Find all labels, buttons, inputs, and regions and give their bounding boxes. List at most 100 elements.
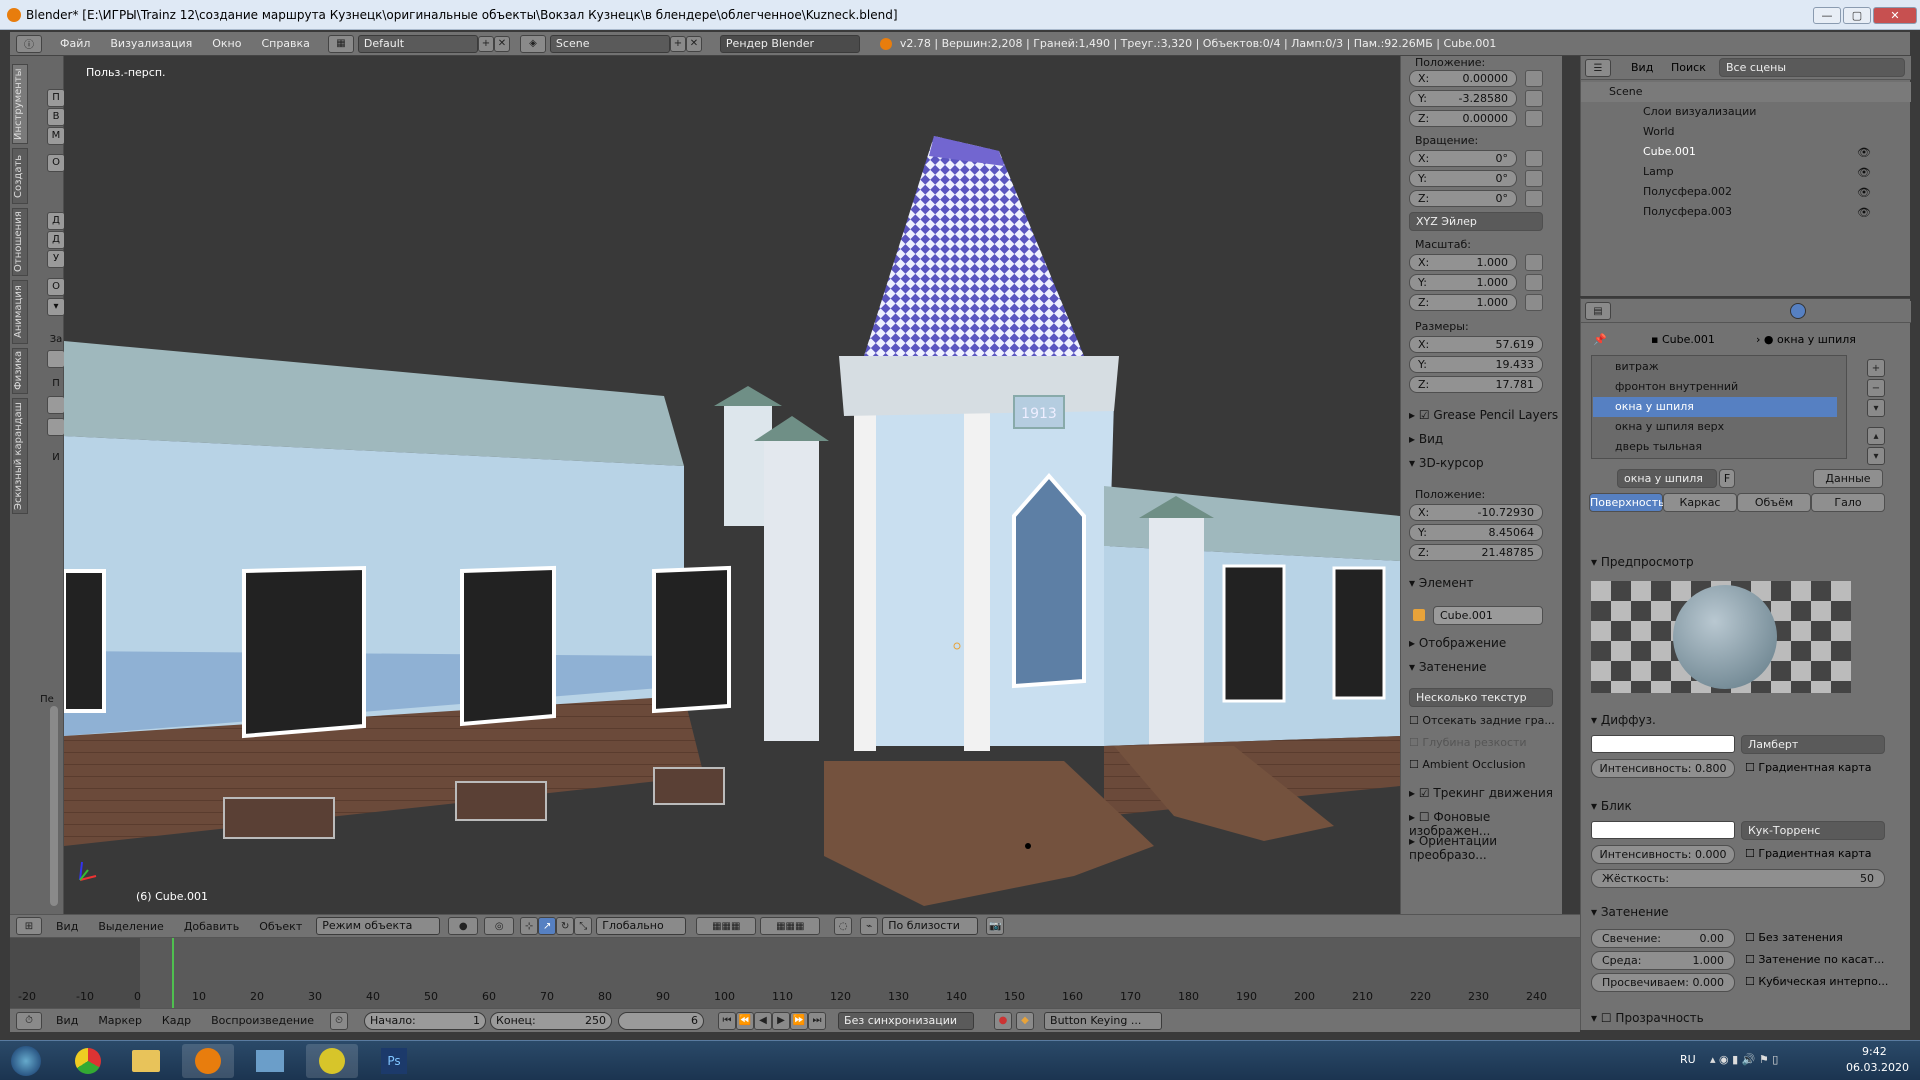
render-icon[interactable]: 📷 <box>986 917 1005 935</box>
pin-icon[interactable]: 📌 <box>1593 333 1607 346</box>
tool-shelf-scroll[interactable] <box>50 706 58 906</box>
clock-date[interactable]: 06.03.2020 <box>1846 1061 1909 1074</box>
tool-keyframe[interactable] <box>47 350 65 368</box>
outliner-row-scene[interactable]: Scene <box>1581 82 1911 102</box>
translate-manip-icon[interactable]: ↗ <box>538 917 557 935</box>
lock-scale-z[interactable] <box>1525 294 1543 311</box>
orientation-select[interactable]: Глобально <box>596 917 687 935</box>
remove-layout-icon[interactable]: ✕ <box>493 35 510 52</box>
trainz-icon[interactable] <box>306 1044 358 1078</box>
remove-slot-button[interactable]: − <box>1867 379 1885 397</box>
timeline[interactable]: -20 -10 0 10 20 30 40 50 60 70 80 90 100 110 120 130 140… <box>10 938 1580 1008</box>
visibility-eye-icon[interactable]: 👁 <box>1857 166 1871 179</box>
render-engine-select[interactable]: Рендер Blender <box>719 34 860 53</box>
tray-icons[interactable]: ▴ ◉ ▮ 🔊 ⚑ ▯ <box>1710 1053 1778 1066</box>
outliner-editor-icon[interactable]: ☰ <box>1585 59 1611 77</box>
tool-rotate[interactable]: В <box>47 108 65 126</box>
specular-shader-select[interactable]: Кук-Торренс <box>1741 821 1885 840</box>
menu-add[interactable]: Добавить <box>184 920 239 933</box>
tl-menu-frame[interactable]: Кадр <box>162 1014 191 1027</box>
tool-duplicate[interactable]: Д <box>47 212 65 230</box>
specular-color-swatch[interactable] <box>1591 821 1735 839</box>
tool-join[interactable]: О <box>47 278 65 296</box>
keying-icon[interactable]: ◆ <box>1016 1011 1035 1030</box>
item-name-field[interactable]: Cube.001 <box>1433 606 1543 625</box>
tool-delete[interactable]: У <box>47 250 65 268</box>
transparency-panel[interactable]: ▾ ☐ Прозрачность <box>1591 1011 1704 1025</box>
tab-grease-pencil[interactable]: Эскизный карандаш <box>12 398 28 514</box>
diffuse-shader-select[interactable]: Ламберт <box>1741 735 1885 754</box>
play-icon[interactable]: ▶ <box>772 1011 791 1030</box>
scale-z[interactable]: Z: 1.000 <box>1409 294 1517 311</box>
menu-help[interactable]: Справка <box>251 37 319 50</box>
tool-duplicate-linked[interactable]: Д <box>47 231 65 249</box>
lock-rotation-z[interactable] <box>1525 190 1543 207</box>
hardness-field[interactable]: Жёсткость: 50 <box>1591 869 1885 888</box>
keying-set-field[interactable]: Button Keying ... <box>1044 1011 1163 1030</box>
emit-field[interactable]: Свечение: 0.00 <box>1591 929 1735 948</box>
location-x[interactable]: X: 0.00000 <box>1409 70 1517 87</box>
menu-3d-view[interactable]: Вид <box>56 920 78 933</box>
diffuse-color-swatch[interactable] <box>1591 735 1735 753</box>
shading-panel[interactable]: ▾ Затенение <box>1591 905 1669 919</box>
material-name-field[interactable]: окна у шпиля <box>1617 469 1717 488</box>
diffuse-intensity-field[interactable]: Интенсивность: 0.800 <box>1591 759 1735 778</box>
rotation-x[interactable]: X: 0° <box>1409 150 1517 167</box>
snap-icon[interactable]: ⌁ <box>860 917 879 935</box>
lock-scale-y[interactable] <box>1525 274 1543 291</box>
layers-grid-2[interactable]: ▦▦▦ <box>760 917 821 935</box>
jump-start-icon[interactable]: ⏮ <box>718 1011 737 1030</box>
tool-history[interactable]: И <box>47 450 65 468</box>
scene-icon[interactable]: ◈ <box>519 34 546 53</box>
chrome-icon[interactable] <box>62 1044 114 1078</box>
scale-y[interactable]: Y: 1.000 <box>1409 274 1517 291</box>
motion-tracking-panel[interactable]: ▸ ☑ Трекинг движения <box>1409 786 1553 800</box>
mode-select[interactable]: Режим объекта <box>316 917 441 935</box>
visibility-eye-icon[interactable]: 👁 <box>1857 186 1871 199</box>
tool-motion-a[interactable] <box>47 396 65 414</box>
breadcrumb-material[interactable]: › ● окна у шпиля <box>1756 333 1856 346</box>
layout-field[interactable]: Default <box>357 34 478 53</box>
proportional-icon[interactable]: ◌ <box>834 917 853 935</box>
rotation-y[interactable]: Y: 0° <box>1409 170 1517 187</box>
slot-menu-button[interactable]: ▾ <box>1867 399 1885 417</box>
outliner-row-render-layers[interactable]: Слои визуализации <box>1581 102 1911 122</box>
tab-wire[interactable]: Каркас <box>1663 493 1737 512</box>
language-indicator[interactable]: RU <box>1680 1053 1696 1066</box>
end-frame-field[interactable]: Конец: 250 <box>490 1011 613 1030</box>
location-y[interactable]: Y: -3.28580 <box>1409 90 1517 107</box>
scale-x[interactable]: X: 1.000 <box>1409 254 1517 271</box>
props-editor-icon[interactable]: ▤ <box>1585 302 1611 320</box>
material-slot-2[interactable]: фронтон внутренний <box>1593 377 1837 397</box>
ao-checkbox[interactable]: ☐ Ambient Occlusion <box>1409 758 1525 771</box>
pivot-icon[interactable]: ◎ <box>484 917 515 935</box>
location-z[interactable]: Z: 0.00000 <box>1409 110 1517 127</box>
current-frame-field[interactable]: 6 <box>618 1011 705 1030</box>
lock-location-z[interactable] <box>1525 110 1543 127</box>
next-key-icon[interactable]: ⏩ <box>790 1011 809 1030</box>
breadcrumb-object[interactable]: ▪ Cube.001 <box>1651 333 1715 346</box>
jump-end-icon[interactable]: ⏭ <box>808 1011 827 1030</box>
diffuse-panel[interactable]: ▾ Диффуз. <box>1591 713 1656 727</box>
tool-shade[interactable]: ▾ <box>47 298 65 316</box>
explorer-icon[interactable] <box>120 1044 172 1078</box>
dimension-y[interactable]: Y: 19.433 <box>1409 356 1543 373</box>
shading-mode-select[interactable]: Несколько текстур <box>1409 688 1553 707</box>
material-slot-4[interactable]: окна у шпиля верх <box>1593 417 1837 437</box>
tab-animation[interactable]: Анимация <box>12 280 28 344</box>
3d-viewport[interactable]: Польз.-персп. 1913 (6) Cube.001 <box>64 56 1400 914</box>
ambient-field[interactable]: Среда: 1.000 <box>1591 951 1735 970</box>
tool-translate[interactable]: П <box>47 89 65 107</box>
record-icon[interactable]: ● <box>994 1011 1013 1030</box>
shading-panel[interactable]: ▾ Затенение <box>1409 660 1487 674</box>
timeline-editor-icon[interactable]: ⏱ <box>16 1011 42 1030</box>
clock-time[interactable]: 9:42 <box>1862 1045 1887 1058</box>
shading-icon[interactable]: ● <box>448 917 479 935</box>
data-link-select[interactable]: Данные <box>1813 469 1883 488</box>
tab-halo[interactable]: Гало <box>1811 493 1885 512</box>
tab-relations[interactable]: Отношения <box>12 208 28 276</box>
layers-grid[interactable]: ▦▦▦ <box>696 917 757 935</box>
scene-field[interactable]: Scene <box>549 34 670 53</box>
add-slot-button[interactable]: + <box>1867 359 1885 377</box>
lock-location-x[interactable] <box>1525 70 1543 87</box>
